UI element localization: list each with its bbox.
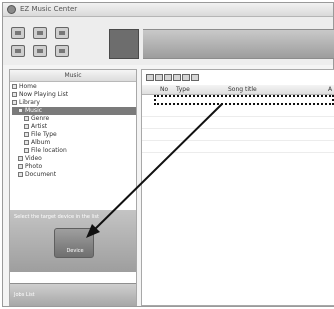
settings-icon[interactable] — [55, 45, 69, 57]
device-icon[interactable] — [55, 27, 69, 39]
tree-item[interactable]: Genre — [12, 115, 136, 123]
tree-item-icon — [18, 172, 23, 177]
tree-item[interactable]: Album — [12, 139, 136, 147]
tree-item-label: Document — [25, 171, 57, 178]
app-window: EZ Music Center Music Home Now Playing Li… — [2, 2, 334, 307]
view-tab[interactable] — [146, 74, 154, 81]
sync-icon[interactable] — [33, 27, 47, 39]
column-extra[interactable]: A — [328, 85, 332, 94]
grid-header: No Type Song title A — [142, 85, 334, 95]
column-type[interactable]: Type — [176, 85, 190, 94]
tree-item-label: Now Playing List — [19, 91, 69, 98]
device-drop-area[interactable]: Select the target device in the list Dev… — [10, 210, 136, 272]
tree-item[interactable]: Video — [12, 155, 136, 163]
toolbar — [3, 17, 334, 65]
tree-item-icon — [24, 116, 29, 121]
tree-item[interactable]: Home — [12, 83, 136, 91]
tree-item-icon — [24, 148, 29, 153]
drop-caption: Select the target device in the list — [14, 214, 99, 220]
tree-item-icon — [12, 84, 17, 89]
library-tree: Home Now Playing List Library Music Genre Art… — [10, 82, 136, 179]
tree-item-label: File Type — [31, 131, 57, 138]
window-title: EZ Music Center — [20, 5, 78, 13]
view-tab[interactable] — [191, 74, 199, 81]
grid-row — [142, 140, 334, 141]
view-tab[interactable] — [164, 74, 172, 81]
content-pane: No Type Song title A — [141, 69, 334, 306]
cd-icon[interactable] — [11, 45, 25, 57]
tree-item[interactable]: Music — [12, 107, 136, 115]
player-bar[interactable] — [143, 29, 334, 59]
sidebar-header: Music — [10, 70, 136, 82]
view-tab[interactable] — [155, 74, 163, 81]
jobs-list-bar[interactable]: Jobs List — [10, 283, 136, 305]
view-tab[interactable] — [173, 74, 181, 81]
tree-item[interactable]: Artist — [12, 123, 136, 131]
tree-item-label: Library — [19, 99, 40, 106]
tree-item-icon — [12, 100, 17, 105]
view-tabs — [146, 74, 199, 82]
album-art — [109, 29, 139, 59]
tree-item-label: Artist — [31, 123, 48, 130]
tree-item-icon — [18, 164, 23, 169]
device-target[interactable]: Device — [54, 228, 94, 258]
transfer-icon[interactable] — [11, 27, 25, 39]
device-label: Device — [66, 248, 84, 254]
tree-item[interactable]: Now Playing List — [12, 91, 136, 99]
tree-item-label: Music — [25, 107, 43, 114]
trash-icon[interactable] — [33, 45, 47, 57]
grid-row — [142, 128, 334, 129]
tree-item-icon — [18, 156, 23, 161]
tree-item-icon — [12, 92, 17, 97]
tree-item[interactable]: File location — [12, 147, 136, 155]
sidebar: Music Home Now Playing List Library Music Ge… — [9, 69, 137, 306]
tree-item-icon — [18, 108, 23, 113]
column-no[interactable]: No — [160, 85, 168, 94]
tree-item-icon — [24, 132, 29, 137]
jobs-list-label: Jobs List — [14, 292, 35, 298]
column-song-title[interactable]: Song title — [228, 85, 257, 94]
view-tab[interactable] — [182, 74, 190, 81]
tree-item[interactable]: Library — [12, 99, 136, 107]
tree-item-icon — [24, 140, 29, 145]
selected-file-row[interactable] — [154, 95, 334, 105]
app-logo-icon — [7, 5, 16, 14]
tree-item-label: Genre — [31, 115, 50, 122]
tree-item-label: Album — [31, 139, 51, 146]
tree-item-label: Home — [19, 83, 37, 90]
grid-row — [142, 116, 334, 117]
tree-item[interactable]: File Type — [12, 131, 136, 139]
tree-item-icon — [24, 124, 29, 129]
title-bar: EZ Music Center — [3, 3, 333, 17]
tree-item-label: File location — [31, 147, 67, 154]
grid-row — [142, 152, 334, 153]
tree-item[interactable]: Document — [12, 171, 136, 179]
tree-item-label: Video — [25, 155, 42, 162]
tree-item[interactable]: Photo — [12, 163, 136, 171]
tree-item-label: Photo — [25, 163, 43, 170]
